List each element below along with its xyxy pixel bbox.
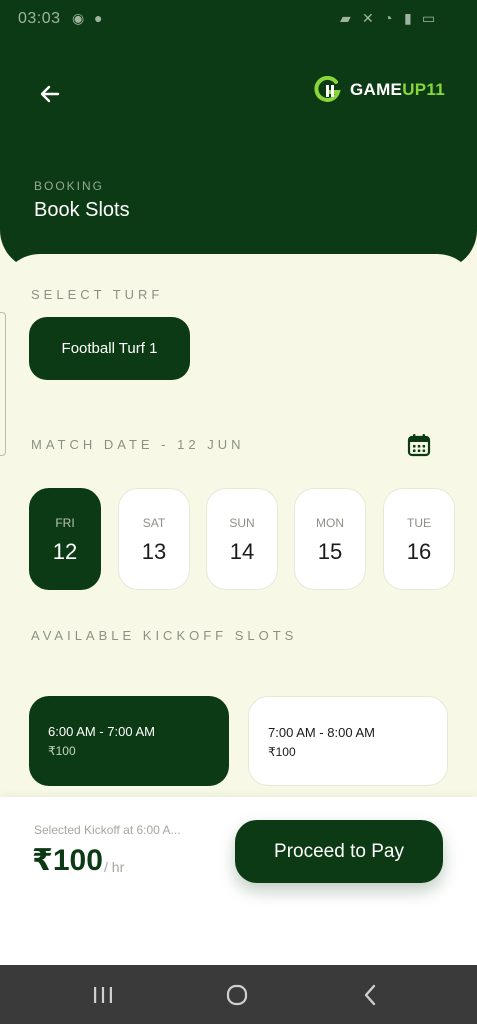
date-card-sat-13[interactable]: SAT 13 <box>118 488 190 590</box>
calendar-icon[interactable] <box>406 432 432 458</box>
date-card-tue-16[interactable]: TUE 16 <box>383 488 455 590</box>
date-day: 14 <box>229 539 255 564</box>
page-title: Book Slots <box>34 199 130 221</box>
header: 03:03 ◉ ● ▰ ✕ ◔ ▮ ▭ GAMEUP11 BOOKING Boo… <box>0 0 477 270</box>
date-day: 16 <box>406 539 432 564</box>
slot-time: 6:00 AM - 7:00 AM <box>48 724 155 739</box>
slot-7am-8am[interactable]: 7:00 AM - 8:00 AM ₹100 <box>248 696 448 786</box>
message-icon: ● <box>94 10 103 26</box>
wifi-icon: ◔ <box>384 10 393 26</box>
selected-kickoff-caption: Selected Kickoff at 6:00 A... <box>34 823 181 837</box>
date-day: 12 <box>52 539 78 564</box>
home-icon[interactable] <box>223 981 251 1009</box>
status-time: 03:03 <box>18 10 61 27</box>
system-nav-bar <box>0 965 477 1024</box>
proceed-to-pay-button[interactable]: Proceed to Pay <box>235 820 443 883</box>
date-weekday: SAT <box>142 516 166 530</box>
date-card-mon-15[interactable]: MON 15 <box>294 488 366 590</box>
date-card-fri-12[interactable]: FRI 12 <box>29 488 101 590</box>
status-bar: 03:03 ◉ ● ▰ ✕ ◔ ▮ ▭ <box>0 0 477 40</box>
date-day: 15 <box>317 539 343 564</box>
date-weekday: FRI <box>55 516 75 530</box>
slot-price: ₹100 <box>268 745 296 759</box>
date-weekday: SUN <box>229 516 255 530</box>
slot-price: ₹100 <box>48 744 76 758</box>
match-date-label: MATCH DATE - 12 JUN <box>31 437 245 452</box>
turf-option-football-turf-1[interactable]: Football Turf 1 <box>29 317 190 380</box>
date-card-sun-14[interactable]: SUN 14 <box>206 488 278 590</box>
logo-text: GAMEUP11 <box>350 80 445 99</box>
header-eyebrow: BOOKING <box>34 179 105 193</box>
checkout-footer: Selected Kickoff at 6:00 A... ₹100 / hr … <box>0 797 477 965</box>
back-nav-icon[interactable] <box>357 981 385 1009</box>
price-unit: / hr <box>104 859 125 875</box>
signal-icon: ▮ <box>404 10 412 26</box>
cast-icon: ▰ <box>340 10 351 26</box>
date-day: 13 <box>141 539 167 564</box>
logo-badge-icon <box>314 76 341 102</box>
battery-icon: ▭ <box>422 10 436 26</box>
mute-icon: ✕ <box>362 10 374 26</box>
whatsapp-icon: ◉ <box>72 10 85 26</box>
price-amount: ₹100 <box>32 844 103 877</box>
recent-apps-icon[interactable] <box>89 981 117 1009</box>
kickoff-slots-label: AVAILABLE KICKOFF SLOTS <box>31 628 298 643</box>
slot-6am-7am[interactable]: 6:00 AM - 7:00 AM ₹100 <box>29 696 229 786</box>
date-weekday: MON <box>316 516 344 530</box>
arrow-left-icon <box>40 85 60 103</box>
slot-time: 7:00 AM - 8:00 AM <box>268 725 375 740</box>
logo: GAMEUP11 <box>314 76 445 104</box>
select-turf-label: SELECT TURF <box>31 287 164 302</box>
side-edge-handle[interactable] <box>0 312 6 456</box>
date-weekday: TUE <box>407 516 431 530</box>
back-button[interactable] <box>34 78 66 110</box>
